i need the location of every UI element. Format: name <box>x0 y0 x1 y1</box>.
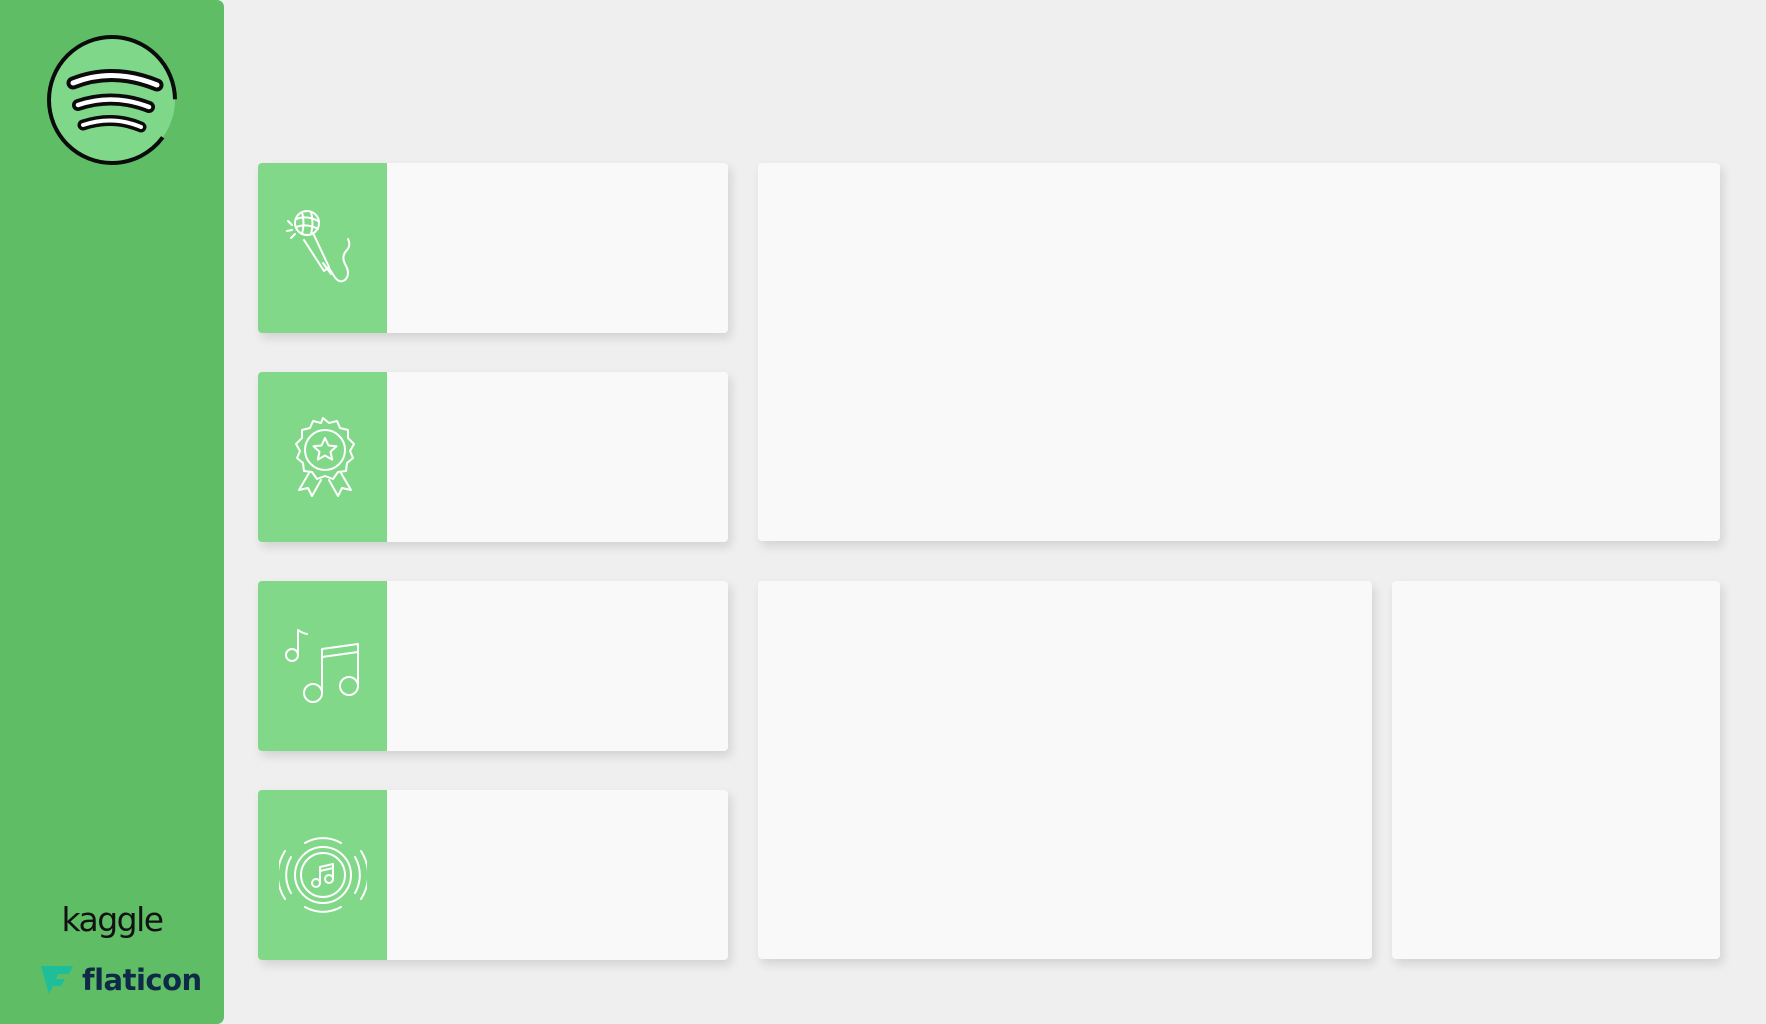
kpi-body <box>387 163 728 333</box>
kpi-card-music-speaker <box>258 790 728 960</box>
kpi-body <box>387 790 728 960</box>
bottom-right-panel <box>1392 581 1720 959</box>
microphone-icon <box>285 210 350 283</box>
kpi-icon-box <box>258 581 387 751</box>
sidebar: kaggle flaticon <box>0 0 224 1024</box>
kpi-icon-box <box>258 372 387 542</box>
flaticon-logo: flaticon <box>40 960 202 1000</box>
kaggle-logo: kaggle <box>61 900 164 939</box>
flaticon-logo-icon <box>41 966 73 994</box>
main-chart-panel <box>758 163 1720 541</box>
kpi-body <box>387 581 728 751</box>
kpi-body <box>387 372 728 542</box>
bottom-left-panel <box>758 581 1372 959</box>
music-speaker-icon <box>278 837 367 913</box>
music-notes-icon <box>284 629 359 703</box>
flaticon-wordmark: flaticon <box>82 963 202 997</box>
kpi-card-music-notes <box>258 581 728 751</box>
kpi-card-microphone <box>258 163 728 333</box>
kpi-icon-box <box>258 163 387 333</box>
kpi-card-award <box>258 372 728 542</box>
kpi-icon-box <box>258 790 387 960</box>
spotify-icon[interactable] <box>45 33 179 167</box>
award-badge-icon <box>294 417 355 497</box>
